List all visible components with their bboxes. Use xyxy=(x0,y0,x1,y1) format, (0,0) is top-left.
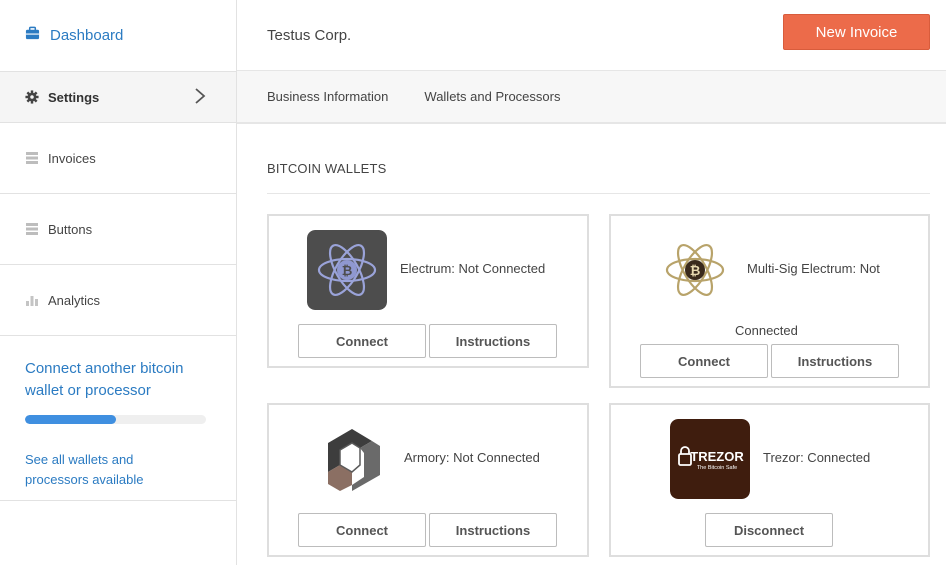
connect-wallet-link[interactable]: Connect another bitcoin wallet or proces… xyxy=(25,358,211,402)
armory-logo-icon xyxy=(312,419,392,499)
section-title: BITCOIN WALLETS xyxy=(267,161,387,176)
trezor-logo-icon: TREZOR The Bitcoin Safe xyxy=(670,419,750,499)
svg-text:TREZOR: TREZOR xyxy=(690,449,744,464)
sidebar-item-analytics[interactable]: Analytics xyxy=(0,264,236,335)
wallet-card-electrum: ₿ Electrum: Not Connected Connect Instru… xyxy=(267,214,589,368)
sidebar-item-settings[interactable]: Settings xyxy=(0,71,236,122)
instructions-button[interactable]: Instructions xyxy=(771,344,899,378)
wallet-status: Trezor: Connected xyxy=(763,450,871,465)
sidebar: Dashboard Settings Invoices Buttons Anal… xyxy=(0,0,237,565)
setup-progress-fill xyxy=(25,415,116,424)
sidebar-item-label: Invoices xyxy=(48,150,96,166)
tab-business-information[interactable]: Business Information xyxy=(267,89,388,104)
sidebar-item-invoices[interactable]: Invoices xyxy=(0,122,236,193)
company-name: Testus Corp. xyxy=(267,27,352,44)
sidebar-item-label: Analytics xyxy=(48,292,101,308)
sidebar-item-buttons[interactable]: Buttons xyxy=(0,193,236,264)
tab-wallets-and-processors[interactable]: Wallets and Processors xyxy=(424,89,560,104)
setup-progress-bar xyxy=(25,415,206,424)
bar-chart-icon xyxy=(26,296,38,306)
connect-button[interactable]: Connect xyxy=(298,513,426,547)
wallet-card-multisig-electrum: ₿ Multi-Sig Electrum: Not Connected Conn… xyxy=(609,214,930,388)
sidebar-item-label: Dashboard xyxy=(50,27,124,44)
chevron-right-icon xyxy=(195,88,206,104)
wallet-status: Electrum: Not Connected xyxy=(400,261,546,276)
header: Testus Corp. New Invoice xyxy=(237,0,946,71)
wallet-status-continued: Connected xyxy=(735,323,798,338)
new-invoice-button[interactable]: New Invoice xyxy=(783,14,930,50)
briefcase-icon xyxy=(25,26,40,40)
wallet-status: Armory: Not Connected xyxy=(404,450,540,465)
wallet-status: Multi-Sig Electrum: Not xyxy=(747,261,880,276)
svg-text:₿: ₿ xyxy=(342,264,353,279)
wallet-card-trezor: TREZOR The Bitcoin Safe Trezor: Connecte… xyxy=(609,403,930,557)
settings-subnav: Business Information Wallets and Process… xyxy=(237,71,946,124)
list-icon xyxy=(26,152,38,164)
gear-icon xyxy=(25,90,39,104)
svg-text:The Bitcoin Safe: The Bitcoin Safe xyxy=(697,465,737,471)
sidebar-item-dashboard[interactable]: Dashboard xyxy=(0,0,236,71)
multisig-electrum-logo-icon: ₿ xyxy=(655,230,735,310)
connect-button[interactable]: Connect xyxy=(298,324,426,358)
svg-text:₿: ₿ xyxy=(690,264,701,279)
electrum-logo-icon: ₿ xyxy=(307,230,387,310)
see-all-wallets-link[interactable]: See all wallets and processors available xyxy=(25,450,175,490)
divider xyxy=(267,193,930,194)
main-content: BITCOIN WALLETS ₿ Electrum: Not Connecte… xyxy=(237,124,946,565)
sidebar-item-label: Settings xyxy=(48,89,100,105)
sidebar-item-label: Buttons xyxy=(48,221,93,237)
list-icon xyxy=(26,223,38,235)
instructions-button[interactable]: Instructions xyxy=(429,324,557,358)
wallet-card-armory: Armory: Not Connected Connect Instructio… xyxy=(267,403,589,557)
disconnect-button[interactable]: Disconnect xyxy=(705,513,833,547)
connect-wallet-callout: Connect another bitcoin wallet or proces… xyxy=(0,335,236,501)
instructions-button[interactable]: Instructions xyxy=(429,513,557,547)
connect-button[interactable]: Connect xyxy=(640,344,768,378)
